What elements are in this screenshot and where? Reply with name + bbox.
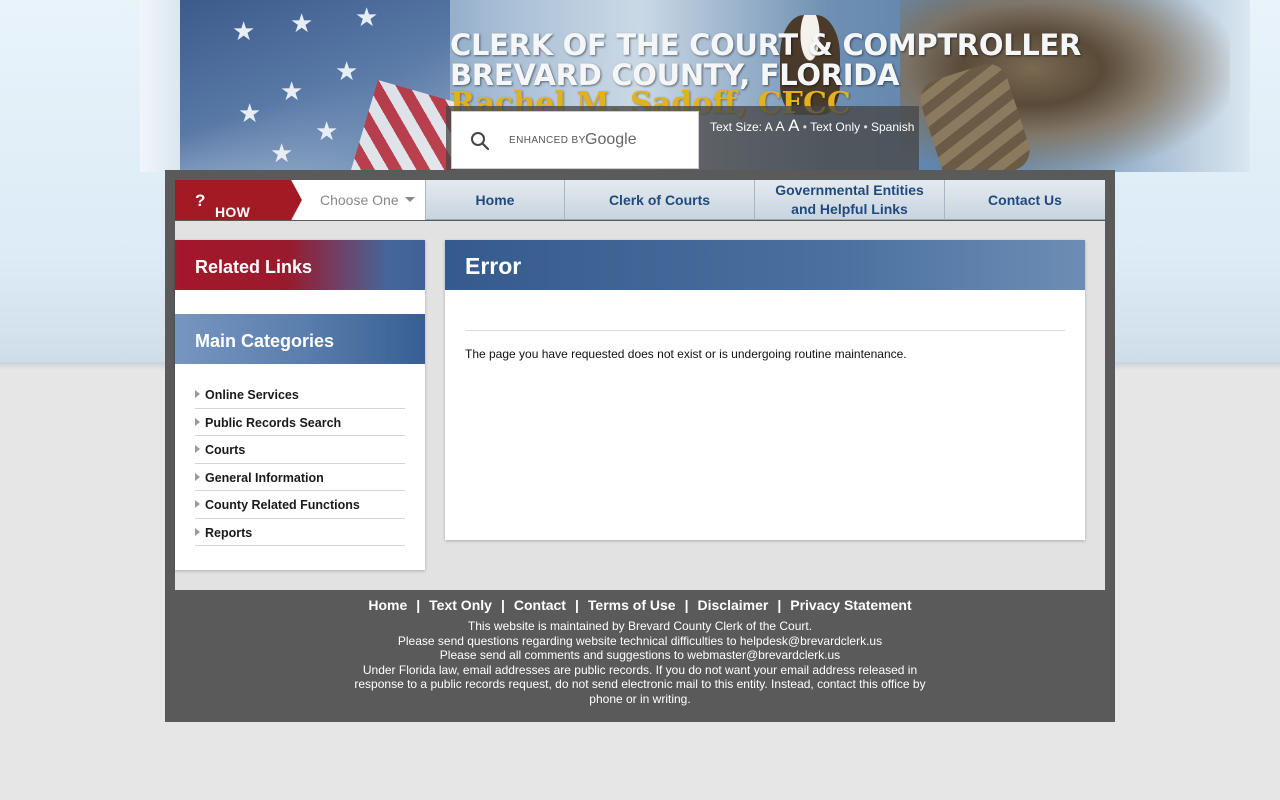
text-size-controls: Text Size: A A A • Text Only • Spanish [710, 116, 914, 136]
category-item-reports: Reports [195, 519, 405, 546]
category-link[interactable]: Courts [205, 443, 245, 457]
category-item-courts: Courts [195, 436, 405, 464]
main-categories-heading: Main Categories [175, 314, 425, 364]
error-message: The page you have requested does not exi… [465, 347, 907, 361]
text-size-large-button[interactable]: A [788, 116, 799, 135]
footer-link-disclaimer[interactable]: Disclaimer [698, 597, 769, 613]
footer-link-home[interactable]: Home [368, 597, 407, 613]
text-size-label: Text Size: [710, 120, 763, 134]
nav-item-governmental-entities[interactable]: Governmental Entities and Helpful Links [754, 180, 944, 220]
separator: | [684, 597, 689, 613]
footer-links: Home | Text Only | Contact | Terms of Use | Disc… [165, 597, 1115, 613]
text-size-small-button[interactable]: A [765, 120, 772, 134]
footer-line: Please send questions regarding website … [397, 633, 883, 648]
search-input[interactable]: ENHANCED BY Google [451, 111, 699, 169]
question-mark: ? [195, 191, 206, 210]
triangle-right-icon [195, 500, 200, 508]
footer-link-privacy-statement[interactable]: Privacy Statement [790, 597, 911, 613]
footer-link-terms-of-use[interactable]: Terms of Use [588, 597, 676, 613]
separator: • [802, 120, 807, 134]
text-size-medium-button[interactable]: A [775, 118, 784, 134]
footer-link-text-only[interactable]: Text Only [429, 597, 492, 613]
site-title: CLERK OF THE COURT & COMPTROLLER BREVARD… [450, 30, 1081, 90]
star-icon: ★ [232, 16, 256, 46]
star-icon: ★ [355, 2, 379, 32]
footer-text: This website is maintained by Brevard Co… [340, 619, 940, 706]
chevron-down-icon [405, 197, 415, 202]
star-icon: ★ [290, 8, 314, 38]
category-item-general-information: General Information [195, 464, 405, 491]
triangle-right-icon [195, 445, 200, 453]
category-link[interactable]: Reports [205, 526, 252, 540]
footer-line: This website is maintained by Brevard Co… [467, 619, 813, 633]
star-icon: ★ [270, 138, 294, 168]
separator: | [574, 597, 579, 613]
category-item-county-related-functions: County Related Functions [195, 491, 405, 519]
site-title-line1: CLERK OF THE COURT & COMPTROLLER [450, 28, 1082, 62]
how-do-i-select-value: Choose One [320, 192, 399, 208]
triangle-right-icon [195, 527, 200, 536]
triangle-right-icon [195, 390, 200, 398]
star-icon: ★ [335, 56, 359, 86]
triangle-right-icon [195, 472, 200, 481]
star-icon: ★ [280, 76, 304, 106]
spanish-link[interactable]: Spanish [871, 120, 914, 134]
related-links-heading: Related Links [175, 240, 425, 290]
footer-line: Under Florida law, email addresses are p… [354, 662, 926, 706]
category-link[interactable]: General Information [205, 471, 324, 485]
separator: | [777, 597, 782, 613]
category-link[interactable]: Online Services [205, 388, 299, 402]
page-title: Error [445, 240, 1085, 290]
search-icon[interactable] [470, 131, 490, 151]
nav-item-home[interactable]: Home [425, 180, 564, 220]
divider [465, 330, 1065, 331]
text-only-link[interactable]: Text Only [810, 120, 860, 134]
footer-link-contact[interactable]: Contact [514, 597, 566, 613]
category-item-online-services: Online Services [195, 381, 405, 409]
category-item-public-records-search: Public Records Search [195, 409, 405, 436]
footer-line: Please send all comments and suggestions… [439, 648, 841, 662]
star-icon: ★ [238, 98, 262, 128]
nav-item-contact-us[interactable]: Contact Us [944, 180, 1105, 220]
how-do-i-select[interactable]: Choose One [292, 180, 425, 220]
category-link[interactable]: Public Records Search [205, 416, 341, 430]
nav-item-clerk-of-courts[interactable]: Clerk of Courts [564, 180, 754, 220]
google-logo: Google [585, 131, 637, 148]
separator: • [863, 120, 868, 134]
category-link[interactable]: County Related Functions [205, 498, 360, 512]
enhanced-by-label: ENHANCED BY [509, 135, 586, 146]
how-do-i-label: HOW DO I ? [175, 180, 302, 220]
separator: | [500, 597, 505, 613]
star-icon: ★ [315, 116, 339, 146]
triangle-right-icon [195, 417, 200, 426]
separator: | [416, 597, 421, 613]
category-list: Online Services Public Records Search Co… [195, 381, 405, 546]
